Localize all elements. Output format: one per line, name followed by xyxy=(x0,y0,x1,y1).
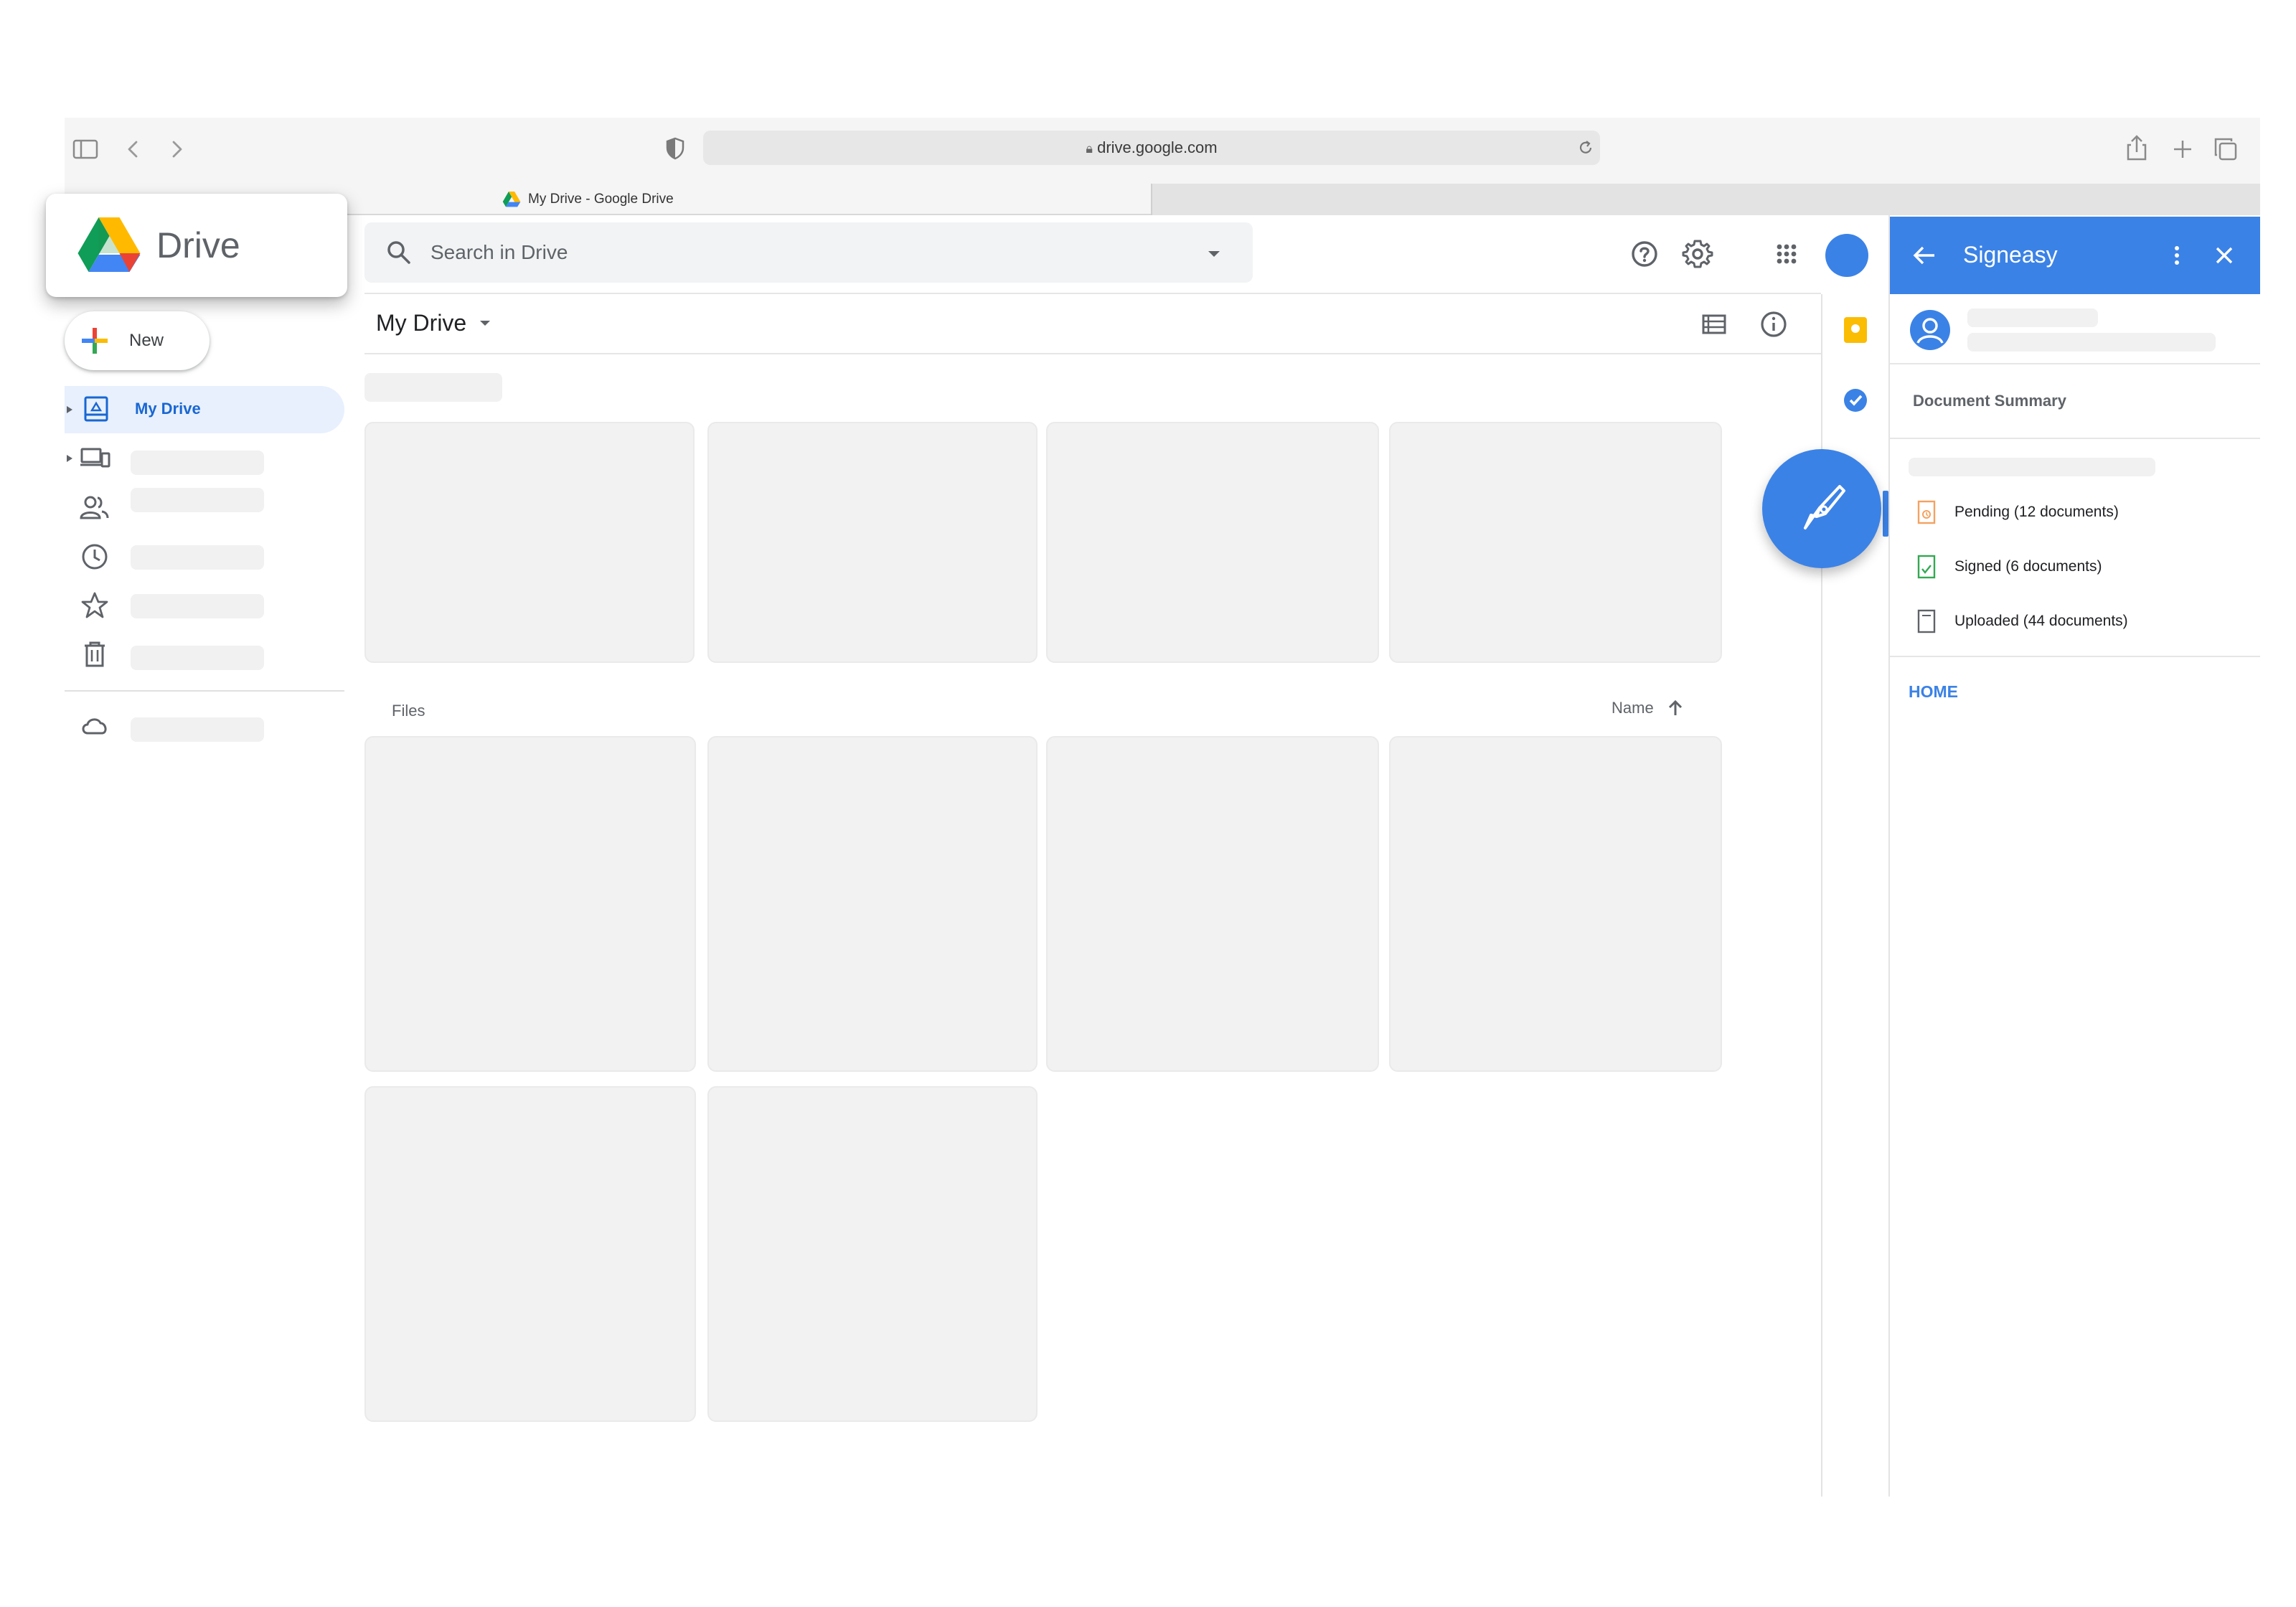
sort-by-name[interactable]: Name xyxy=(1612,696,1685,720)
google-drive-icon xyxy=(77,217,141,272)
lock-icon: 🔒︎ xyxy=(1086,141,1093,156)
addon-active-indicator xyxy=(1883,491,1888,537)
document-summary-heading: Document Summary xyxy=(1913,392,2066,410)
file-card[interactable] xyxy=(707,736,1038,1072)
summary-placeholder xyxy=(1909,458,2155,476)
user-email-placeholder xyxy=(1967,333,2216,352)
arrow-back-icon[interactable] xyxy=(1910,241,1939,270)
file-card[interactable] xyxy=(707,1086,1038,1422)
panel-divider xyxy=(1888,215,1890,1497)
apps-grid-icon[interactable] xyxy=(1766,234,1807,274)
recent-clock-icon xyxy=(82,544,108,570)
computers-icon xyxy=(80,448,110,468)
status-pending[interactable]: Pending (12 documents) xyxy=(1917,498,2119,527)
trash-icon xyxy=(85,641,105,667)
sidebar-item-computers[interactable] xyxy=(131,451,264,475)
sidebar-item-label: My Drive xyxy=(135,400,201,418)
address-bar-url[interactable]: 🔒︎ drive.google.com xyxy=(703,131,1600,165)
sidebar-item-trash[interactable] xyxy=(131,646,264,670)
home-link[interactable]: HOME xyxy=(1909,680,1958,703)
sidebar-item-shared[interactable] xyxy=(131,488,264,512)
sidebar-item-recent[interactable] xyxy=(131,545,264,570)
tab-overview-icon[interactable] xyxy=(2213,136,2239,162)
status-signed[interactable]: Signed (6 documents) xyxy=(1917,552,2102,581)
file-card[interactable] xyxy=(364,736,696,1072)
suggested-card[interactable] xyxy=(364,422,695,663)
signeasy-panel-header xyxy=(1890,217,2260,294)
privacy-shield-icon[interactable] xyxy=(664,136,686,161)
file-card[interactable] xyxy=(1046,736,1379,1072)
signeasy-addon-button[interactable] xyxy=(1762,449,1881,568)
settings-gear-icon[interactable] xyxy=(1678,234,1718,274)
drive-favicon-icon xyxy=(502,192,521,207)
header-divider xyxy=(364,293,1821,294)
sidebar-divider xyxy=(65,690,344,692)
search-input[interactable] xyxy=(430,234,1191,271)
shared-with-me-icon xyxy=(80,496,109,519)
pending-document-icon xyxy=(1917,500,1936,524)
browser-tab-empty[interactable] xyxy=(1151,184,2260,215)
status-uploaded[interactable]: Uploaded (44 documents) xyxy=(1917,607,2128,636)
starred-icon xyxy=(81,592,108,618)
signeasy-panel-title: Signeasy xyxy=(1963,242,2058,268)
sort-arrow-up-icon[interactable] xyxy=(1665,698,1685,718)
account-avatar[interactable] xyxy=(1825,234,1868,277)
panel-separator xyxy=(1890,438,2260,439)
sidebar-item-storage[interactable] xyxy=(131,717,264,742)
suggested-card[interactable] xyxy=(707,422,1038,663)
suggested-card[interactable] xyxy=(1389,422,1722,663)
drive-logo-text: Drive xyxy=(156,225,240,265)
page-title[interactable]: My Drive xyxy=(376,307,494,339)
user-name-placeholder xyxy=(1967,308,2098,327)
browser-tab-active[interactable]: My Drive - Google Drive xyxy=(502,188,674,211)
files-section-label: Files xyxy=(392,702,425,720)
panel-separator xyxy=(1890,363,2260,364)
list-view-icon[interactable] xyxy=(1699,310,1731,339)
plus-icon xyxy=(82,328,108,354)
suggested-card[interactable] xyxy=(1046,422,1379,663)
panel-separator xyxy=(1890,656,2260,657)
keep-icon[interactable] xyxy=(1841,316,1870,344)
expand-arrow-icon[interactable] xyxy=(65,453,75,463)
sidebar-toggle-icon[interactable] xyxy=(72,138,100,161)
info-icon[interactable] xyxy=(1756,307,1791,341)
close-icon[interactable] xyxy=(2210,241,2239,270)
expand-arrow-icon[interactable] xyxy=(65,405,75,415)
storage-cloud-icon xyxy=(82,718,107,735)
user-avatar-icon xyxy=(1910,310,1950,350)
tasks-icon[interactable] xyxy=(1841,386,1870,415)
file-card[interactable] xyxy=(1389,736,1722,1072)
forward-icon[interactable] xyxy=(166,136,187,162)
title-divider xyxy=(364,353,1821,354)
pen-nib-icon xyxy=(1804,485,1845,529)
file-card[interactable] xyxy=(364,1086,696,1422)
search-icon[interactable] xyxy=(383,237,415,268)
signed-document-icon xyxy=(1917,555,1936,579)
back-icon[interactable] xyxy=(123,136,144,162)
section-heading-placeholder xyxy=(364,373,502,402)
new-button[interactable]: New xyxy=(65,311,210,370)
share-icon[interactable] xyxy=(2124,133,2150,162)
reload-icon[interactable] xyxy=(1576,138,1596,158)
more-vertical-icon[interactable] xyxy=(2163,241,2191,270)
sidebar-item-starred[interactable] xyxy=(131,594,264,618)
chevron-down-icon xyxy=(480,321,491,326)
search-options-icon[interactable] xyxy=(1200,241,1228,267)
help-icon[interactable] xyxy=(1624,234,1665,274)
new-tab-icon[interactable] xyxy=(2171,138,2194,161)
uploaded-document-icon xyxy=(1917,609,1936,633)
my-drive-icon xyxy=(84,396,108,422)
drive-logo[interactable]: Drive xyxy=(46,194,347,297)
